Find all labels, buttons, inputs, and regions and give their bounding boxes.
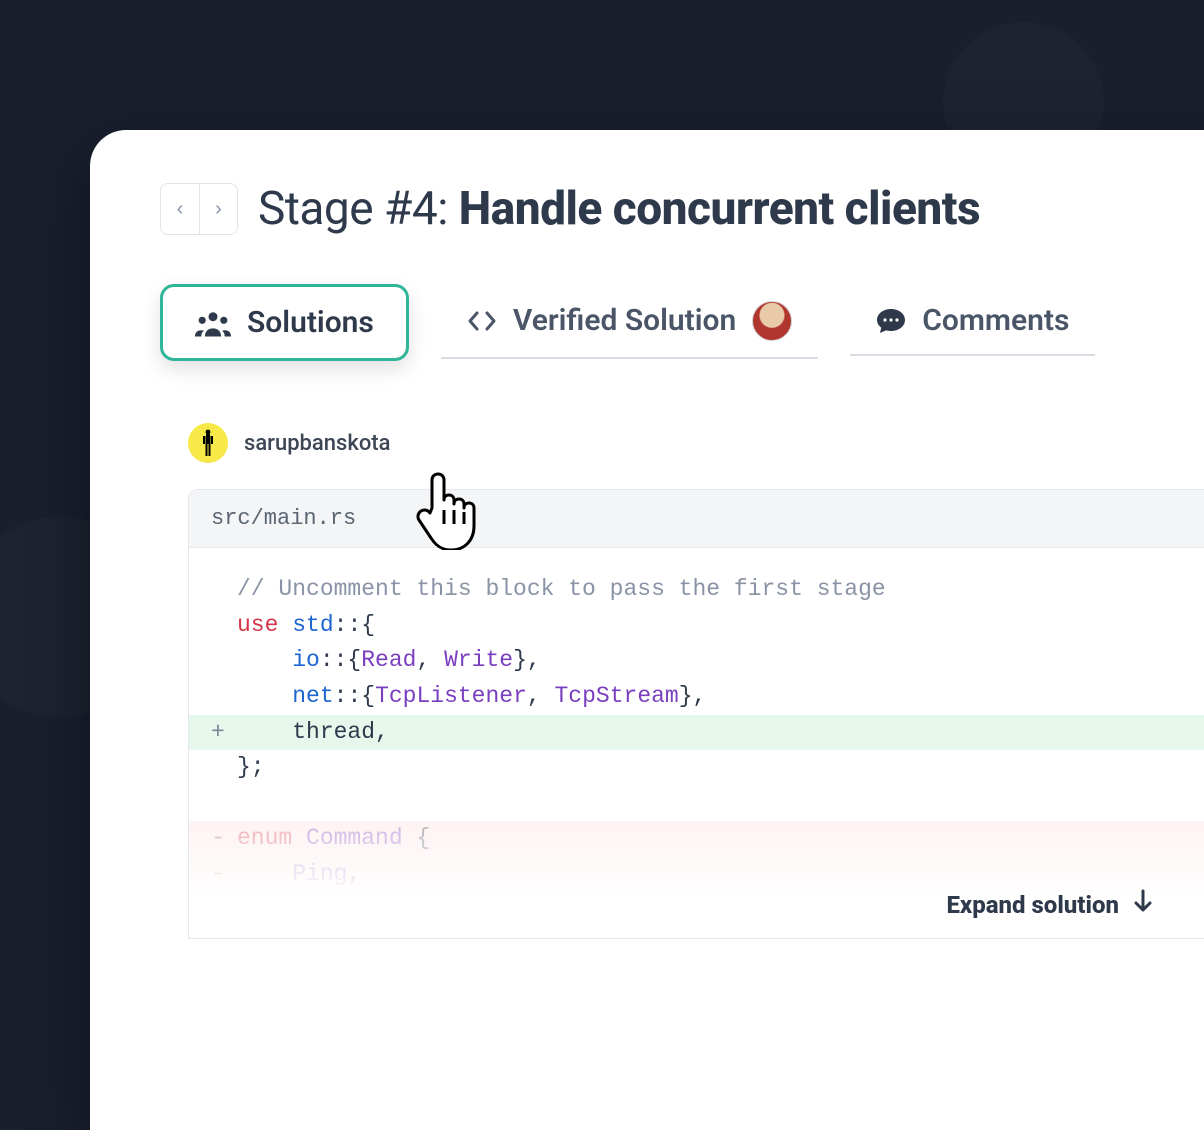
code-icon — [467, 308, 497, 334]
code-line: net::{TcpListener, TcpStream}, — [189, 679, 1204, 715]
chat-icon — [876, 307, 906, 335]
stage-prefix: Stage #4: — [258, 182, 448, 236]
prev-stage-button[interactable]: ‹ — [161, 184, 199, 234]
people-icon — [195, 308, 231, 338]
code-body: // Uncomment this block to pass the firs… — [189, 548, 1204, 938]
author-avatar — [188, 423, 228, 463]
code-line — [189, 786, 1204, 822]
tab-verified-solution[interactable]: Verified Solution — [441, 287, 818, 359]
code-line: use std::{ — [189, 608, 1204, 644]
tab-comments-label: Comments — [922, 303, 1069, 338]
tab-solutions-label: Solutions — [247, 305, 374, 340]
code-line: -enum Command { — [189, 821, 1204, 857]
code-line: // Uncomment this block to pass the firs… — [189, 572, 1204, 608]
author-name: sarupbanskota — [244, 431, 391, 456]
tab-solutions[interactable]: Solutions — [160, 284, 409, 361]
code-file-path: src/main.rs — [189, 490, 1204, 548]
code-line: io::{Read, Write}, — [189, 643, 1204, 679]
stage-card: ‹ › Stage #4: Handle concurrent clients … — [90, 130, 1204, 1130]
code-line: }; — [189, 750, 1204, 786]
code-card: src/main.rs // Uncomment this block to p… — [188, 489, 1204, 939]
page-title: Stage #4: Handle concurrent clients — [258, 182, 980, 236]
stage-name: Handle concurrent clients — [459, 182, 980, 236]
tab-bar: Solutions Verified Solution C — [160, 284, 1204, 361]
solution-block: sarupbanskota src/main.rs // Uncomment t… — [188, 423, 1204, 939]
solution-author: sarupbanskota — [188, 423, 1204, 463]
arrow-down-icon — [1133, 887, 1153, 924]
expand-solution-button[interactable]: Expand solution — [946, 887, 1153, 924]
verified-author-avatar — [752, 301, 792, 341]
stage-nav: ‹ › — [160, 183, 238, 235]
stage-header: ‹ › Stage #4: Handle concurrent clients — [160, 182, 1204, 236]
next-stage-button[interactable]: › — [199, 184, 237, 234]
tab-verified-label: Verified Solution — [513, 303, 736, 338]
tab-comments[interactable]: Comments — [850, 289, 1095, 356]
expand-solution-label: Expand solution — [946, 887, 1119, 924]
code-line: + thread, — [189, 715, 1204, 751]
